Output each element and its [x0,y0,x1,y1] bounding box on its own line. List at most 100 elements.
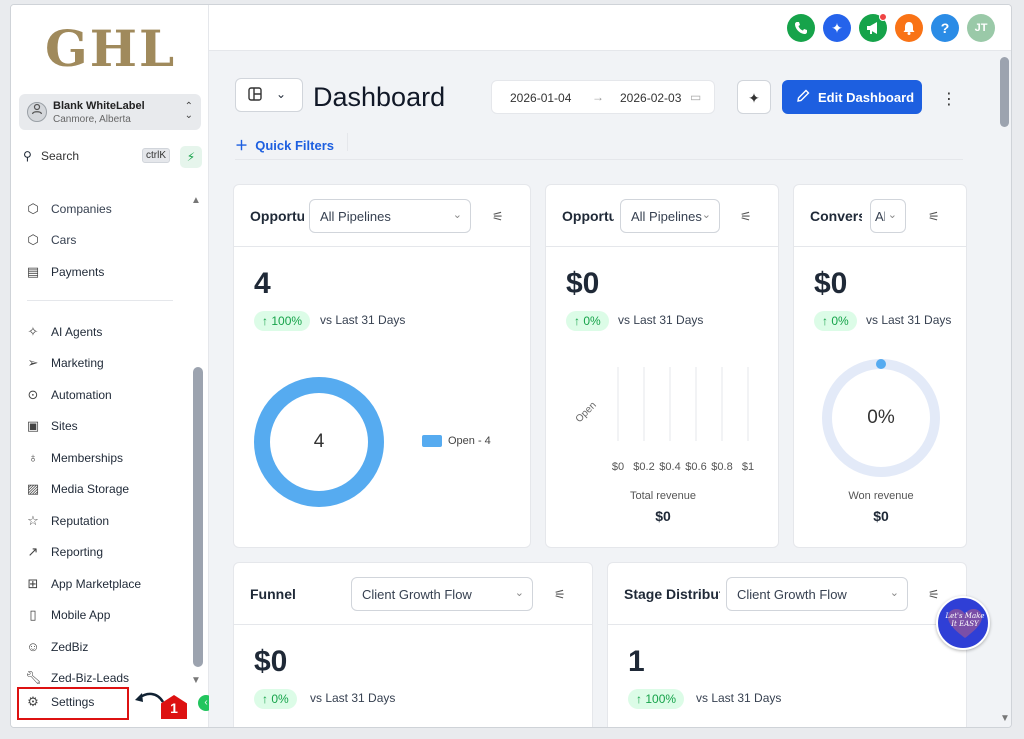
sidebar-search[interactable]: ⚲ Search ctrlK [19,145,174,169]
sidebar-item-media-storage[interactable]: ▨ Media Storage [23,479,193,501]
filter-settings-icon[interactable]: ⚟ [492,209,504,225]
help-icon[interactable]: ? [931,14,959,42]
sidebar-item-label: App Marketplace [51,577,142,591]
sidebar-item-label: Companies [51,202,112,216]
card-title: Opportunity Value [562,208,614,224]
card-title: Conversion [810,208,862,224]
card-title: Opportunities [250,208,304,224]
sidebar-item-label: Sites [51,419,78,433]
date-end: 2026-02-03 [620,91,682,105]
donut-center-value: 4 [313,431,325,452]
sidebar-item-reputation[interactable]: ☆ Reputation [23,511,193,533]
sidebar-item-mobile-app[interactable]: ▯ Mobile App [23,605,193,627]
sidebar-item-label: Reporting [51,545,104,559]
card-header: Conversion All ⌄ ⚟ [794,185,966,247]
change-value: 0% [271,692,289,706]
sidebar-scrollbar[interactable] [193,367,203,667]
sidebar-item-label: Payments [51,265,105,279]
change-value: 0% [583,314,601,328]
search-shortcut: ctrlK [142,148,170,163]
sidebar-item-automation[interactable]: ⊙ Automation [23,385,193,407]
chevron-down-icon: ⌄ [701,209,711,221]
more-options-icon[interactable]: ⋮ [941,89,957,109]
bar-chart-grid [617,367,749,441]
x-tick-label: $0 [611,461,625,473]
grid-icon: ⊞ [27,576,39,591]
change-value: 100% [271,314,303,328]
account-name: Blank WhiteLabel [53,100,145,112]
sidebar-item-sites[interactable]: ▣ Sites [23,416,193,438]
opportunity-value-card: Opportunity Value All Pipelines ⌄ ⚟ $0 ↑… [545,184,779,548]
chat-icon: ☺ [26,639,40,654]
date-range-picker[interactable]: 2026-01-04 → 2026-02-03 ▭ [491,80,715,114]
quick-filters-divider [347,133,348,151]
sidebar-divider [27,300,173,301]
gauge-marker [876,359,886,369]
sidebar-item-label: Automation [51,388,112,402]
sidebar-scroll-down-icon[interactable]: ▼ [191,675,201,686]
dashboard-main: ⌄ Dashboard 2026-01-04 → 2026-02-03 ▭ ✦ … [209,51,997,727]
total-revenue-value: $0 [655,508,671,524]
star-icon: ☆ [27,513,39,528]
filter-settings-icon[interactable]: ⚟ [740,209,752,225]
main-scrollbar[interactable]: ▼ [997,51,1011,727]
sidebar-item-zedbiz[interactable]: ☺ ZedBiz [23,637,193,659]
sidebar-item-label: Zed-Biz-Leads [51,671,130,685]
select-value: Client Growth Flow [362,587,472,602]
total-revenue-label: Total revenue [629,490,697,502]
select-value: All Pipelines [631,209,702,224]
scroll-down-icon[interactable]: ▼ [1000,713,1010,724]
sidebar-item-cars[interactable]: ⬡ Cars [23,230,193,252]
avatar[interactable]: JT [967,14,995,42]
edit-dashboard-label: Edit Dashboard [818,90,915,105]
gear-icon: ⚙ [27,694,39,709]
sidebar-item-reporting[interactable]: ↗ Reporting [23,542,193,564]
pipeline-select[interactable]: Client Growth Flow ⌄ [351,577,533,611]
sidebar-item-app-marketplace[interactable]: ⊞ App Marketplace [23,574,193,596]
funnel-card: Funnel Client Growth Flow ⌄ ⚟ $0 ↑ 0% vs… [233,562,593,727]
header-divider [235,159,963,160]
sidebar-item-memberships[interactable]: ♁ Memberships [23,448,193,470]
quick-action-bolt-icon[interactable]: ⚡ [180,146,202,168]
layout-switcher-button[interactable]: ⌄ [235,78,303,112]
sidebar-item-companies[interactable]: ⬡ Companies [23,199,193,221]
building-icon: ⬡ [27,201,39,216]
sidebar-item-label: Marketing [51,356,104,370]
edit-dashboard-button[interactable]: Edit Dashboard [782,80,922,114]
arrow-right-icon: → [592,90,604,104]
lets-make-it-easy-badge[interactable]: Let's Make It EASY [936,596,990,650]
legend-label: Open - 4 [448,435,491,447]
select-value: All [875,209,885,224]
phone-icon[interactable] [787,14,815,42]
pipeline-select[interactable]: All ⌄ [870,199,906,233]
magic-icon[interactable]: ✦ [823,14,851,42]
stage-distribution-card: Stage Distribution Client Growth Flow ⌄ … [607,562,967,727]
trend-icon: ↗ [27,544,39,559]
metric-value: 1 [628,645,645,678]
ai-magic-button[interactable]: ✦ [737,80,771,114]
bell-icon[interactable] [895,14,923,42]
filter-settings-icon[interactable]: ⚟ [554,587,566,603]
sidebar-item-payments[interactable]: ▤ Payments [23,262,193,284]
account-avatar-icon [27,102,47,122]
filter-settings-icon[interactable]: ⚟ [928,209,940,225]
pipeline-select[interactable]: Client Growth Flow ⌄ [726,577,908,611]
wrench-icon: 🔧︎ [25,670,42,685]
comparison-label: vs Last 31 Days [866,313,952,327]
automation-icon: ⊙ [27,387,39,402]
quick-filters-button[interactable]: ＋ Quick Filters [235,135,334,154]
brand-logo: GHL [45,19,177,78]
change-badge: ↑ 0% [566,311,609,331]
won-revenue-value: $0 [873,508,889,524]
filter-settings-icon[interactable]: ⚟ [928,587,940,603]
sidebar-scroll-up-icon[interactable]: ▲ [191,195,201,206]
account-switcher[interactable]: Blank WhiteLabel Canmore, Alberta ⌃ ⌄ [19,94,201,130]
pipeline-select[interactable]: All Pipelines ⌄ [620,199,720,233]
sidebar-item-ai-agents[interactable]: ✧ AI Agents [23,322,193,344]
x-tick-label: $0.6 [685,461,707,473]
pipeline-select[interactable]: All Pipelines ⌄ [309,199,471,233]
quick-filters-label: Quick Filters [255,138,334,153]
sidebar-item-label: AI Agents [51,325,103,339]
sidebar-item-marketing[interactable]: ➢ Marketing [23,353,193,375]
scrollbar-thumb[interactable] [1000,57,1009,127]
